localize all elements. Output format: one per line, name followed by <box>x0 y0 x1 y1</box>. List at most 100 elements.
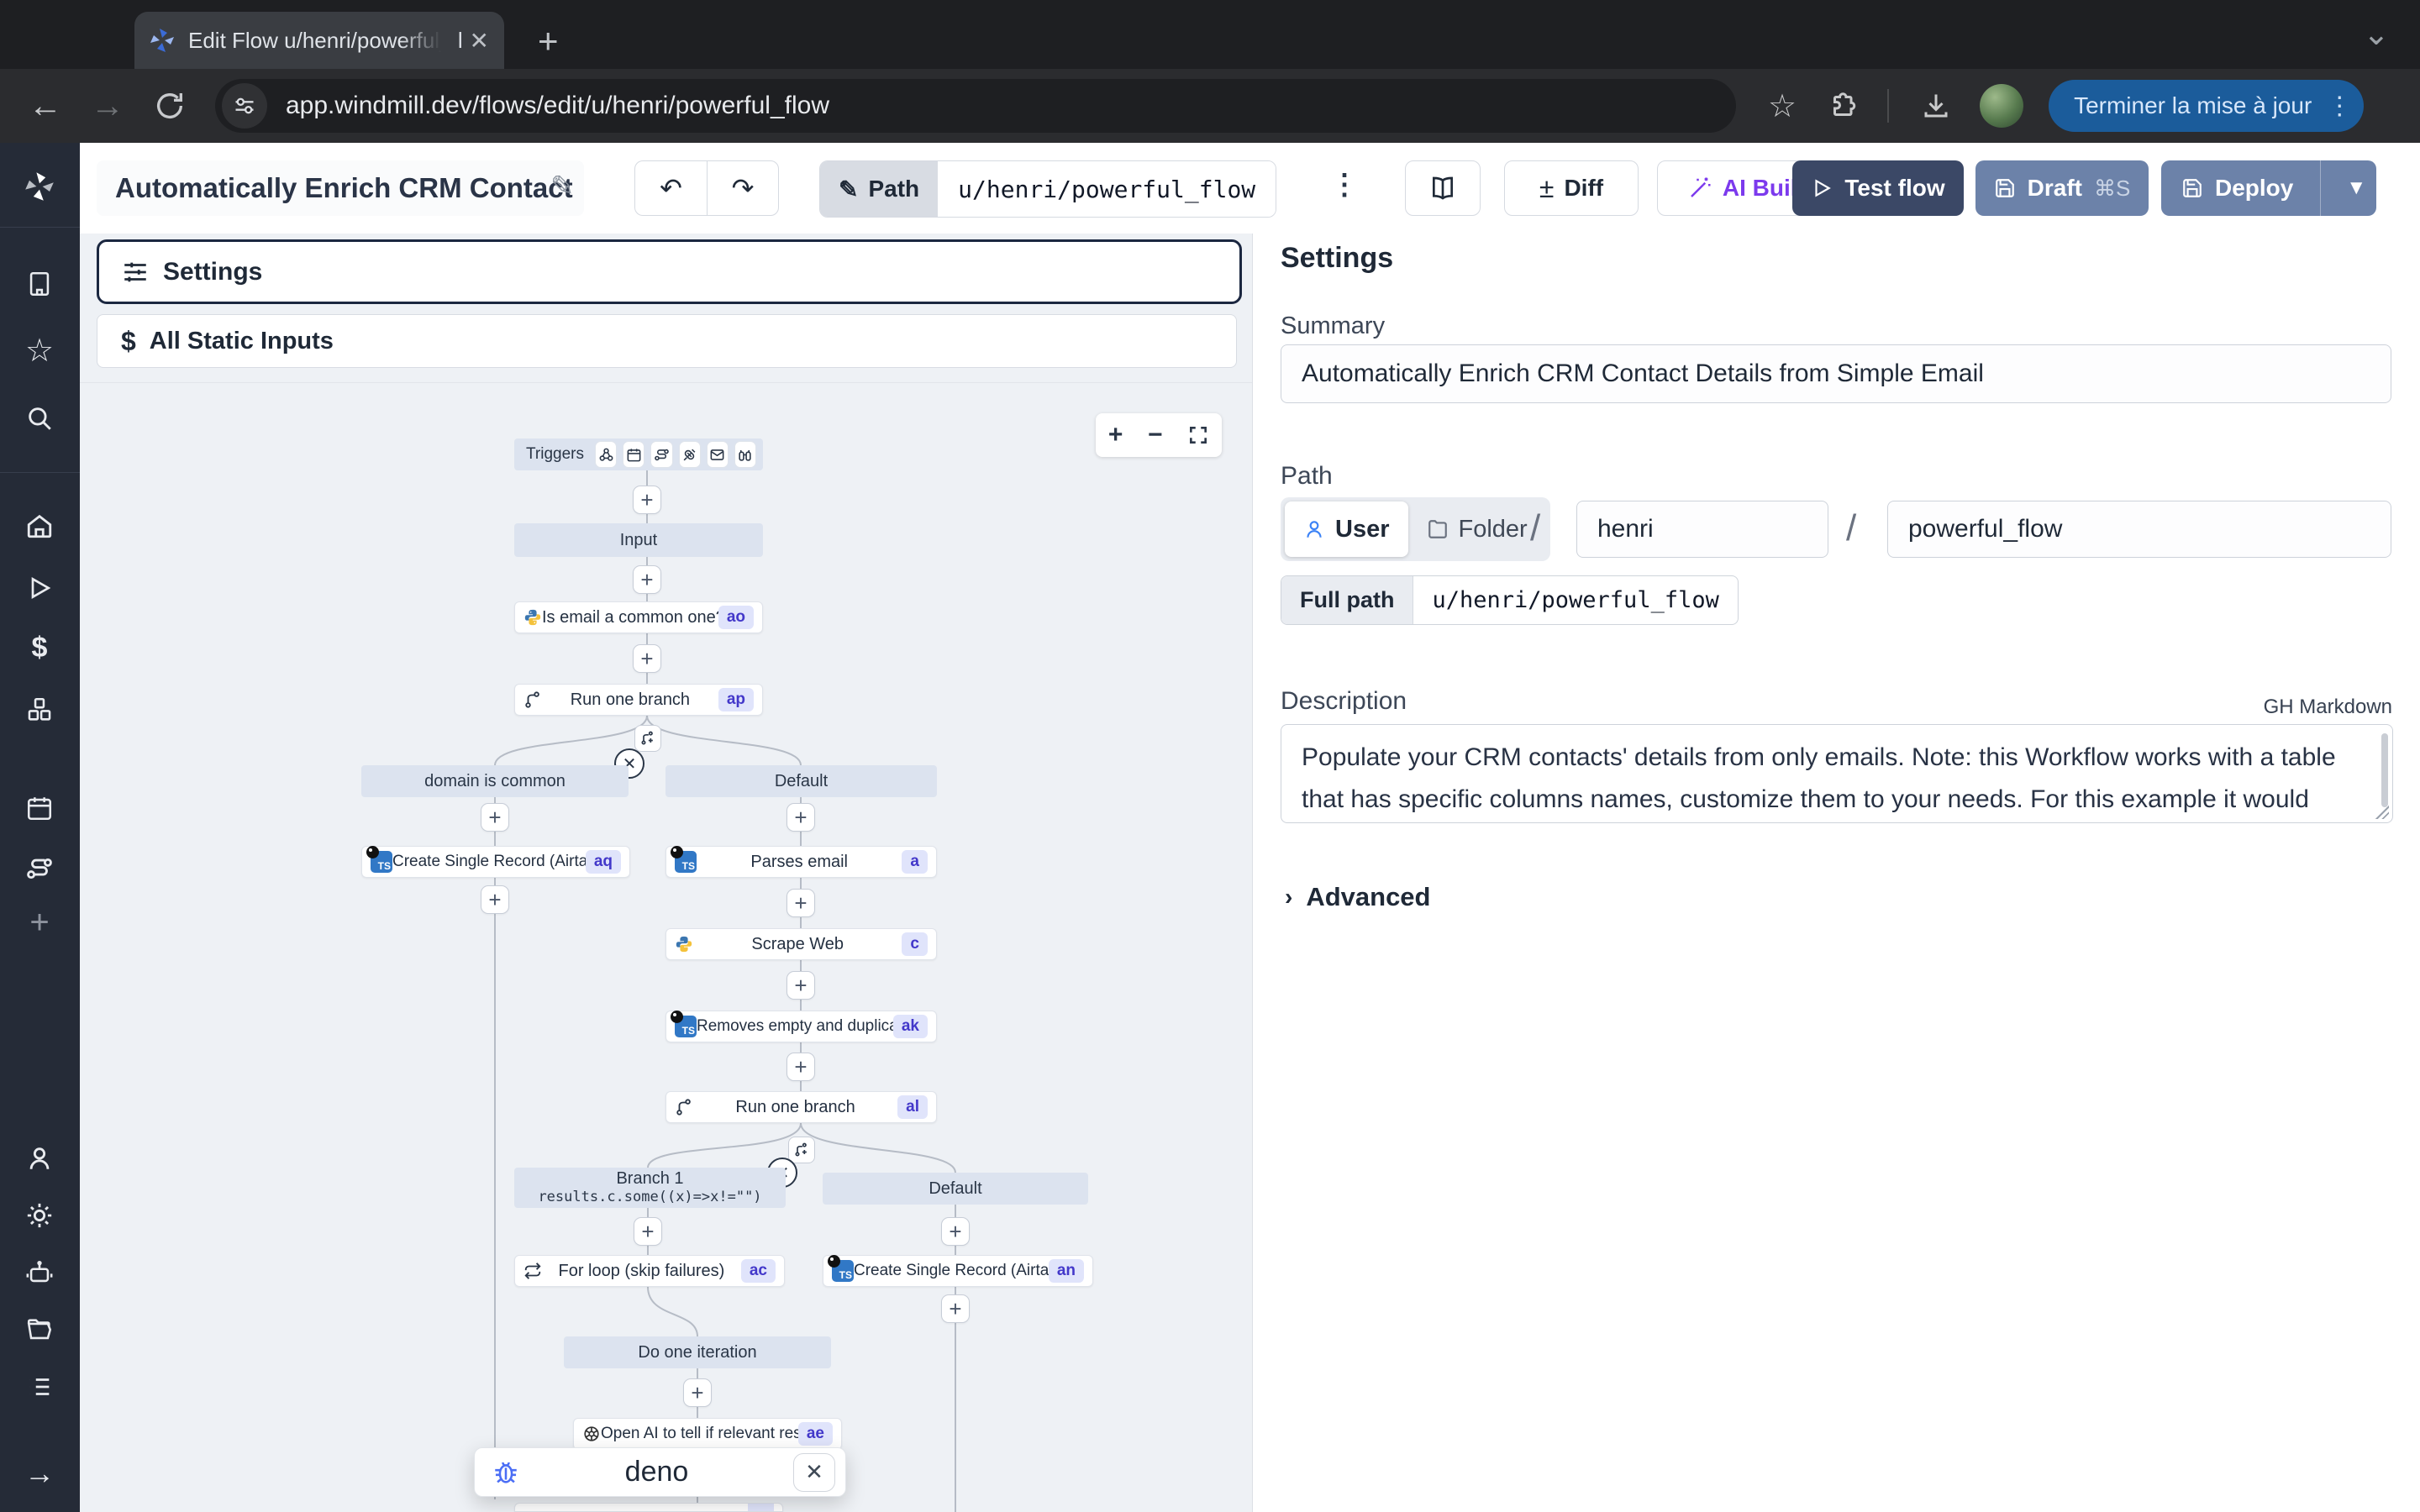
back-icon[interactable]: ← <box>29 87 62 125</box>
site-info-icon[interactable] <box>222 83 267 129</box>
deno-popup[interactable]: deno ✕ <box>474 1447 846 1497</box>
input-node[interactable]: Input <box>514 523 763 557</box>
deploy-button[interactable]: Deploy ▼ <box>2161 160 2376 216</box>
step-node-al[interactable]: Run one branch al <box>666 1091 937 1123</box>
workspace-icon[interactable] <box>24 269 55 299</box>
downloads-icon[interactable] <box>1921 91 1951 121</box>
insert-step-button[interactable]: + <box>633 486 661 514</box>
advanced-toggle[interactable]: › Advanced <box>1285 882 1431 912</box>
tab-close-icon[interactable]: ✕ <box>470 27 489 55</box>
bookmark-star-icon[interactable]: ☆ <box>1768 87 1797 125</box>
plug-icon[interactable] <box>679 441 701 468</box>
docs-button[interactable] <box>1405 160 1481 216</box>
add-branch-button[interactable] <box>788 1137 815 1163</box>
summary-input[interactable]: Automatically Enrich CRM Contact Details… <box>1281 344 2391 403</box>
branch1-node[interactable]: Branch 1 results.c.some((x)=>x!="") <box>514 1168 786 1208</box>
insert-step-button[interactable]: + <box>633 565 661 594</box>
browser-update-button[interactable]: Terminer la mise à jour ⋮ <box>2049 80 2364 132</box>
test-flow-button[interactable]: Test flow <box>1792 160 1964 216</box>
insert-step-button[interactable]: + <box>941 1294 970 1323</box>
owner-input[interactable]: henri <box>1576 501 1828 558</box>
email-icon[interactable] <box>707 441 729 468</box>
diff-button[interactable]: ± Diff <box>1504 160 1639 216</box>
branch-node-default[interactable]: Default <box>666 765 937 797</box>
favorites-icon[interactable]: ☆ <box>24 335 55 365</box>
insert-step-button[interactable]: + <box>786 1053 815 1081</box>
extensions-icon[interactable] <box>1828 91 1859 121</box>
schedule-icon[interactable] <box>623 441 644 468</box>
schedules-icon[interactable] <box>24 793 55 823</box>
add-branch-button[interactable] <box>634 725 661 752</box>
scrollbar-thumb[interactable] <box>2381 733 2388 807</box>
user-icon[interactable] <box>24 1143 55 1173</box>
routes-icon[interactable] <box>24 853 55 884</box>
redo-button[interactable]: ↷ <box>707 160 779 216</box>
insert-step-button[interactable]: + <box>786 971 815 1000</box>
webhook-icon[interactable] <box>595 441 617 468</box>
variables-icon[interactable]: $ <box>24 633 55 663</box>
resize-handle[interactable] <box>2375 806 2389 819</box>
deploy-dropdown-icon[interactable]: ▼ <box>2346 176 2366 200</box>
description-textarea[interactable]: Populate your CRM contacts' details from… <box>1281 724 2393 823</box>
insert-step-button[interactable]: + <box>481 803 509 832</box>
do-one-iteration-node[interactable]: Do one iteration <box>564 1336 831 1368</box>
zoom-out-icon[interactable]: − <box>1148 421 1163 449</box>
settings-gear-icon[interactable] <box>24 1200 55 1231</box>
step-node-an[interactable]: TS Create Single Record (Airtable) an <box>823 1255 1093 1287</box>
logs-icon[interactable] <box>24 1372 55 1402</box>
reload-icon[interactable] <box>153 89 187 123</box>
insert-step-button[interactable]: + <box>786 889 815 917</box>
poll-icon[interactable] <box>734 441 756 468</box>
insert-step-button[interactable]: + <box>481 885 509 914</box>
profile-avatar[interactable] <box>1980 84 2023 128</box>
folder-toggle[interactable]: Folder <box>1408 501 1546 557</box>
insert-step-button[interactable]: + <box>683 1378 712 1407</box>
fit-view-icon[interactable] <box>1187 424 1209 446</box>
add-icon[interactable]: + <box>24 907 55 937</box>
new-tab-button[interactable]: + <box>538 24 559 59</box>
branch-node-default2[interactable]: Default <box>823 1173 1088 1205</box>
close-icon[interactable]: ✕ <box>793 1453 835 1492</box>
branch-node-left[interactable]: domain is common <box>361 765 629 797</box>
windmill-logo-icon[interactable] <box>24 171 55 202</box>
browser-tab[interactable]: Edit Flow u/henri/powerful_flo ✕ <box>134 12 504 69</box>
step-node-ao[interactable]: Is email a common one? ao <box>514 601 763 633</box>
insert-step-button[interactable]: + <box>786 803 815 832</box>
more-options-icon[interactable]: ⋮ <box>1330 168 1359 202</box>
draft-button[interactable]: Draft ⌘S <box>1975 160 2149 216</box>
resources-icon[interactable] <box>24 695 55 725</box>
insert-step-button[interactable]: + <box>633 644 661 673</box>
flow-title[interactable]: Automatically Enrich CRM Contact <box>97 160 584 216</box>
route-icon[interactable] <box>650 441 672 468</box>
window-chevron-icon[interactable]: ⌄ <box>2363 15 2390 53</box>
forward-icon[interactable]: → <box>91 87 124 125</box>
step-node-ak[interactable]: TS Removes empty and duplicates ak <box>666 1011 937 1042</box>
step-node-partial[interactable] <box>514 1503 783 1512</box>
step-node-ac[interactable]: For loop (skip failures) ac <box>514 1255 785 1287</box>
step-node-aq[interactable]: TS Create Single Record (Airtable) aq <box>361 846 630 878</box>
collapse-arrow-icon[interactable]: → <box>24 1458 55 1488</box>
step-node-ae[interactable]: Open AI to tell if relevant result ae <box>573 1418 842 1450</box>
step-node-c[interactable]: Scrape Web c <box>666 928 937 960</box>
insert-step-button[interactable]: + <box>941 1217 970 1246</box>
edit-title-pencil-icon[interactable]: ✎ <box>550 170 575 203</box>
save-icon <box>1994 177 2016 199</box>
workers-robot-icon[interactable] <box>24 1257 55 1288</box>
runs-icon[interactable] <box>24 573 55 603</box>
triggers-node[interactable]: Triggers <box>514 438 763 470</box>
home-icon[interactable] <box>24 511 55 541</box>
zoom-in-icon[interactable]: + <box>1108 421 1123 449</box>
step-node-a[interactable]: TS Parses email a <box>666 846 937 878</box>
folders-icon[interactable] <box>24 1315 55 1345</box>
search-icon[interactable] <box>24 403 55 433</box>
url-bar[interactable]: app.windmill.dev/flows/edit/u/henri/powe… <box>215 79 1736 133</box>
user-toggle[interactable]: User <box>1285 501 1408 557</box>
undo-button[interactable]: ↶ <box>634 160 707 216</box>
browser-menu-icon[interactable]: ⋮ <box>2327 92 2354 121</box>
play-icon <box>1811 177 1833 199</box>
flow-name-input[interactable]: powerful_flow <box>1887 501 2391 558</box>
insert-step-button[interactable]: + <box>634 1217 662 1246</box>
path-chip[interactable]: ✎Path u/henri/powerful_flow <box>819 160 1276 218</box>
bug-icon <box>492 1458 520 1487</box>
step-node-ap[interactable]: Run one branch ap <box>514 684 763 716</box>
